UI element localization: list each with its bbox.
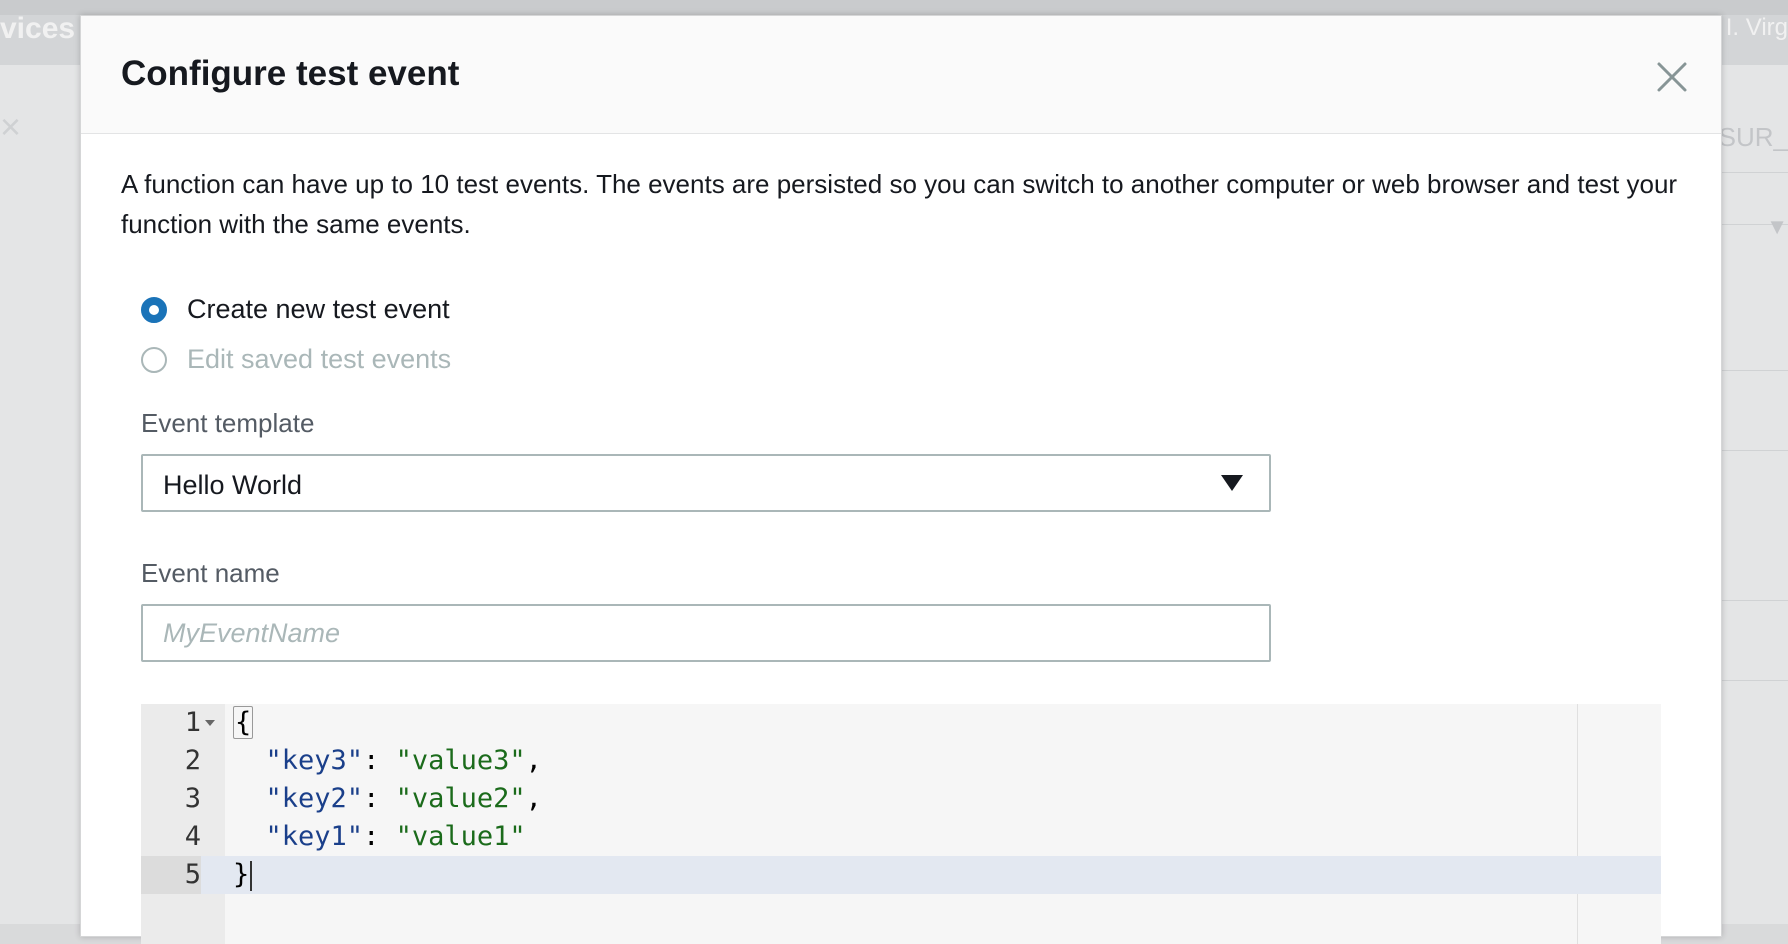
background-chevron-down-icon: ▼	[1766, 214, 1788, 240]
radio-create-new-test-event[interactable]: Create new test event	[141, 294, 450, 325]
background-divider	[1718, 370, 1788, 371]
radio-label: Create new test event	[187, 294, 450, 325]
line-number: 3	[141, 780, 201, 818]
event-template-label: Event template	[141, 408, 314, 439]
background-services-menu: vices	[0, 12, 75, 46]
background-divider	[1718, 680, 1788, 681]
event-name-label: Event name	[141, 558, 280, 589]
radio-edit-saved-test-events[interactable]: Edit saved test events	[141, 344, 451, 375]
code-text: {	[233, 704, 253, 742]
code-line[interactable]: 5}	[141, 856, 1661, 894]
background-top-bar	[0, 0, 1788, 15]
background-arn-text: :SUR_	[1711, 122, 1788, 153]
line-number: 1	[141, 704, 201, 742]
radio-button-unchecked[interactable]	[141, 347, 167, 373]
line-number: 4	[141, 818, 201, 856]
modal-description: A function can have up to 10 test events…	[121, 164, 1711, 244]
code-line[interactable]: 1{	[141, 704, 1661, 742]
modal-header: Configure test event	[81, 16, 1721, 134]
code-text: }	[233, 856, 252, 894]
code-token	[233, 745, 266, 776]
code-token: "value3"	[396, 745, 526, 776]
background-region-selector: I. Virg	[1726, 14, 1788, 42]
background-close-icon: ×	[0, 106, 21, 148]
text-cursor	[250, 861, 252, 891]
code-token: "key1"	[266, 821, 364, 852]
code-text: "key3": "value3",	[233, 742, 542, 780]
close-button[interactable]	[1651, 56, 1693, 98]
code-token: ,	[526, 783, 542, 814]
close-icon	[1651, 56, 1693, 98]
code-token: :	[363, 821, 396, 852]
code-token: {	[233, 706, 253, 739]
radio-button-checked[interactable]	[141, 297, 167, 323]
code-token	[233, 821, 266, 852]
line-number: 5	[141, 856, 201, 894]
code-token: "key2"	[266, 783, 364, 814]
code-token: "key3"	[266, 745, 364, 776]
event-template-selected-value: Hello World	[163, 470, 302, 501]
event-json-editor[interactable]: 1{2 "key3": "value3",3 "key2": "value2",…	[141, 704, 1661, 944]
code-token: ,	[526, 745, 542, 776]
code-token: }	[233, 859, 249, 890]
code-token: :	[363, 783, 396, 814]
fold-toggle-icon[interactable]	[205, 720, 215, 726]
background-divider	[1718, 450, 1788, 451]
line-number: 2	[141, 742, 201, 780]
configure-test-event-modal: Configure test event A function can have…	[80, 15, 1722, 937]
event-template-select[interactable]: Hello World	[141, 454, 1271, 512]
radio-label: Edit saved test events	[187, 344, 451, 375]
code-text: "key2": "value2",	[233, 780, 542, 818]
modal-title: Configure test event	[121, 54, 459, 94]
background-divider	[1718, 172, 1788, 173]
code-line[interactable]: 3 "key2": "value2",	[141, 780, 1661, 818]
code-token: "value1"	[396, 821, 526, 852]
code-line[interactable]: 2 "key3": "value3",	[141, 742, 1661, 780]
event-name-input[interactable]	[141, 604, 1271, 662]
background-divider	[1718, 600, 1788, 601]
caret-down-icon	[1221, 475, 1243, 491]
code-text: "key1": "value1"	[233, 818, 526, 856]
code-token: "value2"	[396, 783, 526, 814]
code-line[interactable]: 4 "key1": "value1"	[141, 818, 1661, 856]
code-token	[233, 783, 266, 814]
code-token: :	[363, 745, 396, 776]
